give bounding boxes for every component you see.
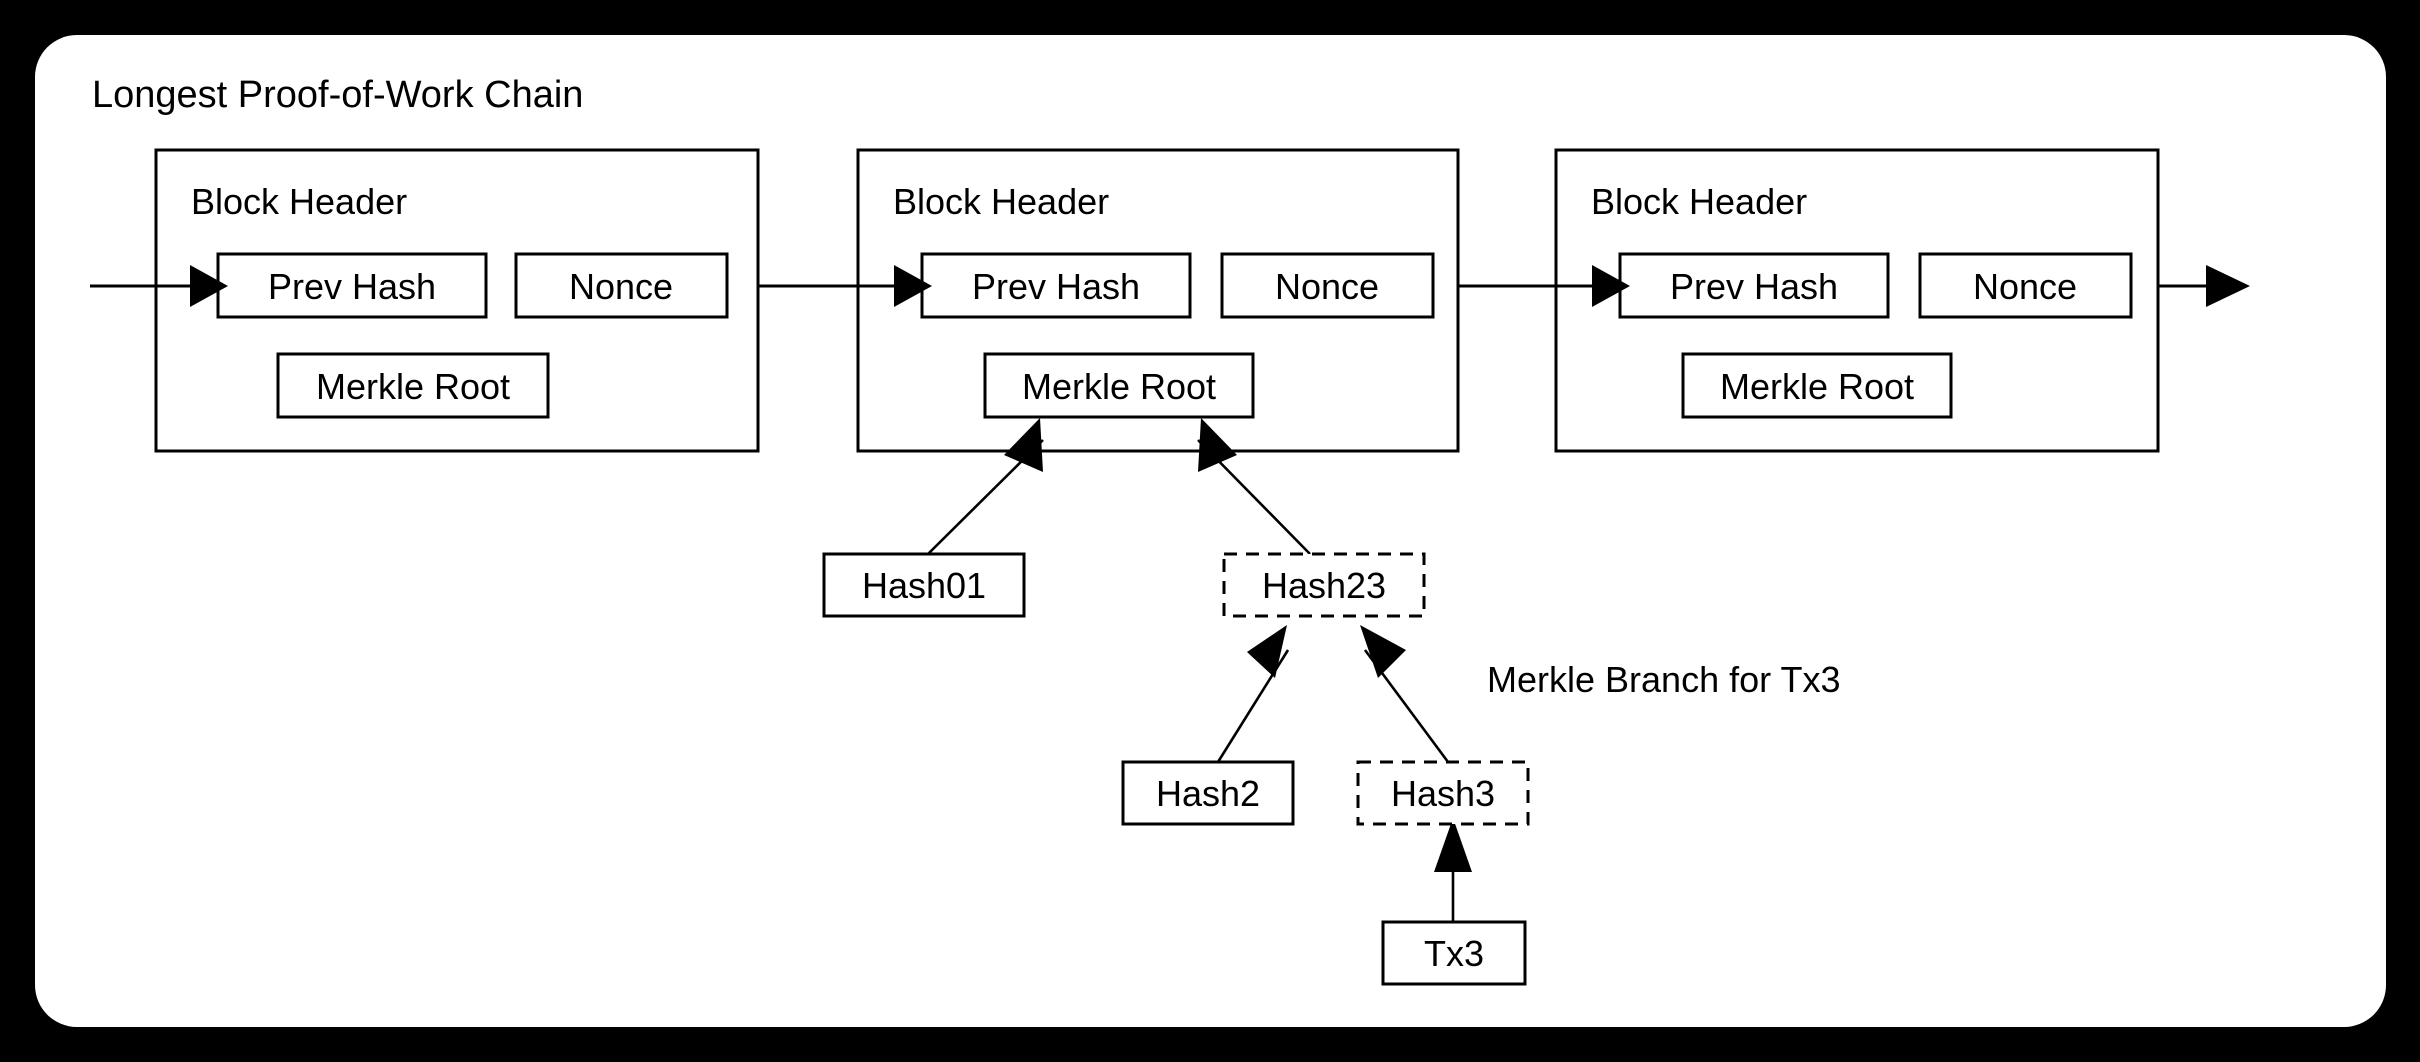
hash23-label: Hash23 — [1262, 565, 1386, 606]
block-2-prev-hash-label: Prev Hash — [972, 266, 1140, 307]
merkle-node-hash2[interactable]: Hash2 — [1121, 760, 1295, 826]
block-2[interactable]: Block Header Prev Hash Nonce Merkle Root — [856, 148, 1460, 453]
merkle-node-tx3[interactable]: Tx3 — [1381, 920, 1527, 986]
arrowhead-hash2-to-hash23 — [1247, 625, 1287, 678]
merkle-branch-caption: Merkle Branch for Tx3 — [1487, 659, 1840, 700]
diagram-canvas: Longest Proof-of-Work Chain Block Header… — [0, 0, 2420, 1062]
block-1[interactable]: Block Header Prev Hash Nonce Merkle Root — [154, 148, 760, 453]
block-3[interactable]: Block Header Prev Hash Nonce Merkle Root — [1554, 148, 2160, 453]
merkle-node-hash3[interactable]: Hash3 — [1356, 760, 1530, 826]
block-2-merkle-root-label: Merkle Root — [1022, 366, 1216, 407]
block-2-nonce-label: Nonce — [1275, 266, 1379, 307]
hash2-label: Hash2 — [1156, 773, 1260, 814]
merkle-edges — [927, 418, 1472, 922]
arrowhead-block-3-to-outlet — [2206, 265, 2250, 307]
merkle-node-hash01[interactable]: Hash01 — [822, 552, 1026, 618]
hash3-label: Hash3 — [1391, 773, 1495, 814]
block-1-nonce-label: Nonce — [569, 266, 673, 307]
merkle-node-hash23[interactable]: Hash23 — [1222, 552, 1426, 618]
arrowhead-hash01-to-merkle-root — [1004, 418, 1043, 472]
block-3-prev-hash-label: Prev Hash — [1670, 266, 1838, 307]
proof-of-work-chain-diagram: Longest Proof-of-Work Chain Block Header… — [90, 74, 2250, 986]
arrowhead-tx3-to-hash3 — [1434, 818, 1472, 872]
block-1-merkle-root-label: Merkle Root — [316, 366, 510, 407]
tx3-label: Tx3 — [1424, 933, 1484, 974]
diagram-title: Longest Proof-of-Work Chain — [92, 74, 583, 116]
hash01-label: Hash01 — [862, 565, 986, 606]
block-3-header-label: Block Header — [1591, 181, 1807, 222]
block-2-header-label: Block Header — [893, 181, 1109, 222]
block-1-header-label: Block Header — [191, 181, 407, 222]
block-3-nonce-label: Nonce — [1973, 266, 2077, 307]
block-3-merkle-root-label: Merkle Root — [1720, 366, 1914, 407]
arrowhead-hash23-to-merkle-root — [1198, 418, 1237, 472]
block-1-prev-hash-label: Prev Hash — [268, 266, 436, 307]
